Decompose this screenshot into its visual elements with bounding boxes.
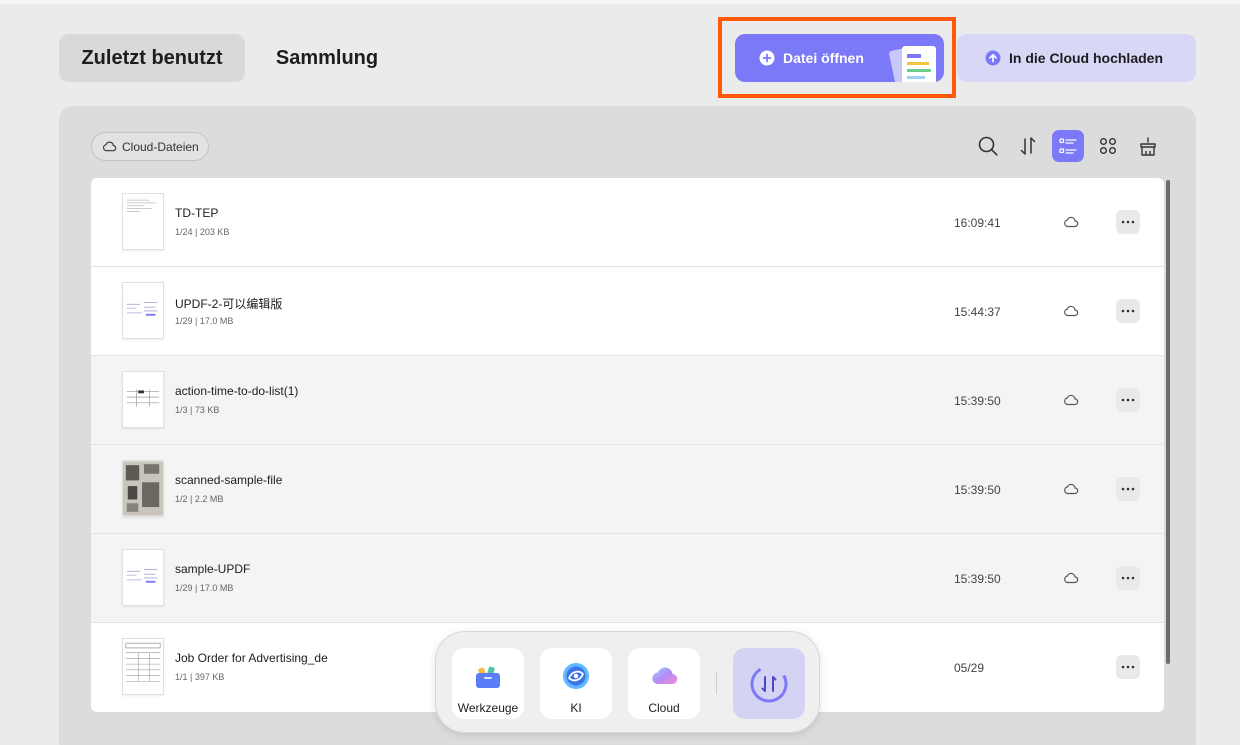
more-icon	[1121, 487, 1135, 491]
more-icon	[1121, 309, 1135, 313]
dock-tools-label: Werkzeuge	[457, 701, 519, 715]
file-thumbnail	[122, 460, 164, 517]
file-thumbnail	[122, 282, 164, 339]
grid-view-icon	[1100, 138, 1116, 154]
file-meta: 1/2 | 2.2 MB	[175, 494, 224, 504]
cloud-icon[interactable]	[1063, 303, 1079, 319]
ai-orb-icon	[563, 663, 589, 689]
search-button[interactable]	[972, 130, 1004, 162]
sort-button[interactable]	[1012, 130, 1044, 162]
cloud-files-label: Cloud-Dateien	[122, 139, 199, 154]
clear-icon	[1140, 137, 1156, 156]
convert-icon	[750, 665, 788, 702]
clear-button[interactable]	[1132, 130, 1164, 162]
file-name: action-time-to-do-list(1)	[175, 384, 299, 398]
more-options-button[interactable]	[1116, 210, 1140, 234]
tab-collection[interactable]: Sammlung	[262, 34, 392, 82]
dock-separator	[716, 672, 717, 694]
file-time: 15:44:37	[954, 305, 1001, 319]
file-row[interactable]: action-time-to-do-list(1) 1/3 | 73 KB 15…	[91, 356, 1164, 445]
dock-convert-button[interactable]	[733, 648, 805, 719]
dock-cloud-button[interactable]: Cloud	[628, 648, 700, 719]
file-time: 15:39:50	[954, 572, 1001, 586]
more-icon	[1121, 665, 1135, 669]
file-meta: 1/1 | 397 KB	[175, 672, 225, 682]
file-name: scanned-sample-file	[175, 473, 283, 487]
more-icon	[1121, 220, 1135, 224]
more-options-button[interactable]	[1116, 299, 1140, 323]
open-file-label: Datei öffnen	[783, 50, 864, 66]
cloud-icon	[652, 667, 678, 685]
dock-tools-button[interactable]: Werkzeuge	[452, 648, 524, 719]
plus-circle-icon	[759, 50, 775, 66]
file-time: 15:39:50	[954, 483, 1001, 497]
file-thumbnail	[122, 549, 164, 606]
cloud-icon[interactable]	[1063, 392, 1079, 408]
file-row[interactable]: TD-TEP 1/24 | 203 KB 16:09:41	[91, 178, 1164, 267]
file-name: Job Order for Advertising_de	[175, 651, 328, 665]
upload-cloud-label: In die Cloud hochladen	[1009, 50, 1163, 66]
tab-recent[interactable]: Zuletzt benutzt	[59, 34, 245, 82]
sort-icon	[1020, 137, 1036, 155]
file-meta: 1/24 | 203 KB	[175, 227, 230, 237]
more-icon	[1121, 576, 1135, 580]
file-name: TD-TEP	[175, 206, 219, 220]
dock-ai-button[interactable]: KI	[540, 648, 612, 719]
list-scrollbar[interactable]	[1166, 180, 1170, 664]
top-stripe	[0, 0, 1240, 4]
bottom-dock: Werkzeuge KI Cloud	[435, 631, 820, 733]
file-meta: 1/29 | 17.0 MB	[175, 583, 234, 593]
upload-cloud-button[interactable]: In die Cloud hochladen	[957, 34, 1196, 82]
toolbox-icon	[476, 666, 500, 688]
file-time: 16:09:41	[954, 216, 1001, 230]
list-view-button[interactable]	[1052, 130, 1084, 162]
cloud-files-filter[interactable]: Cloud-Dateien	[91, 132, 209, 161]
file-row[interactable]: UPDF-2-可以编辑版 1/29 | 17.0 MB 15:44:37	[91, 267, 1164, 356]
more-icon	[1121, 398, 1135, 402]
list-view-icon	[1059, 138, 1077, 154]
documents-icon	[889, 45, 936, 82]
more-options-button[interactable]	[1116, 388, 1140, 412]
cloud-icon[interactable]	[1063, 481, 1079, 497]
file-name: UPDF-2-可以编辑版	[175, 297, 283, 311]
file-time: 15:39:50	[954, 394, 1001, 408]
search-icon	[978, 136, 998, 156]
upload-icon	[985, 50, 1001, 66]
dock-ai-label: KI	[570, 701, 582, 715]
file-meta: 1/3 | 73 KB	[175, 405, 220, 415]
file-thumbnail	[122, 638, 164, 695]
more-options-button[interactable]	[1116, 566, 1140, 590]
more-options-button[interactable]	[1116, 655, 1140, 679]
file-thumbnail	[122, 193, 164, 250]
cloud-icon	[103, 141, 117, 152]
grid-view-button[interactable]	[1092, 130, 1124, 162]
more-options-button[interactable]	[1116, 477, 1140, 501]
file-time: 05/29	[954, 661, 985, 675]
file-row[interactable]: sample-UPDF 1/29 | 17.0 MB 15:39:50	[91, 534, 1164, 623]
file-row[interactable]: scanned-sample-file 1/2 | 2.2 MB 15:39:5…	[91, 445, 1164, 534]
file-thumbnail	[122, 371, 164, 428]
open-file-button[interactable]: Datei öffnen	[735, 34, 944, 82]
cloud-icon[interactable]	[1063, 570, 1079, 586]
cloud-icon[interactable]	[1063, 214, 1079, 230]
dock-cloud-label: Cloud	[648, 701, 680, 715]
file-name: sample-UPDF	[175, 562, 251, 576]
file-meta: 1/29 | 17.0 MB	[175, 316, 234, 326]
